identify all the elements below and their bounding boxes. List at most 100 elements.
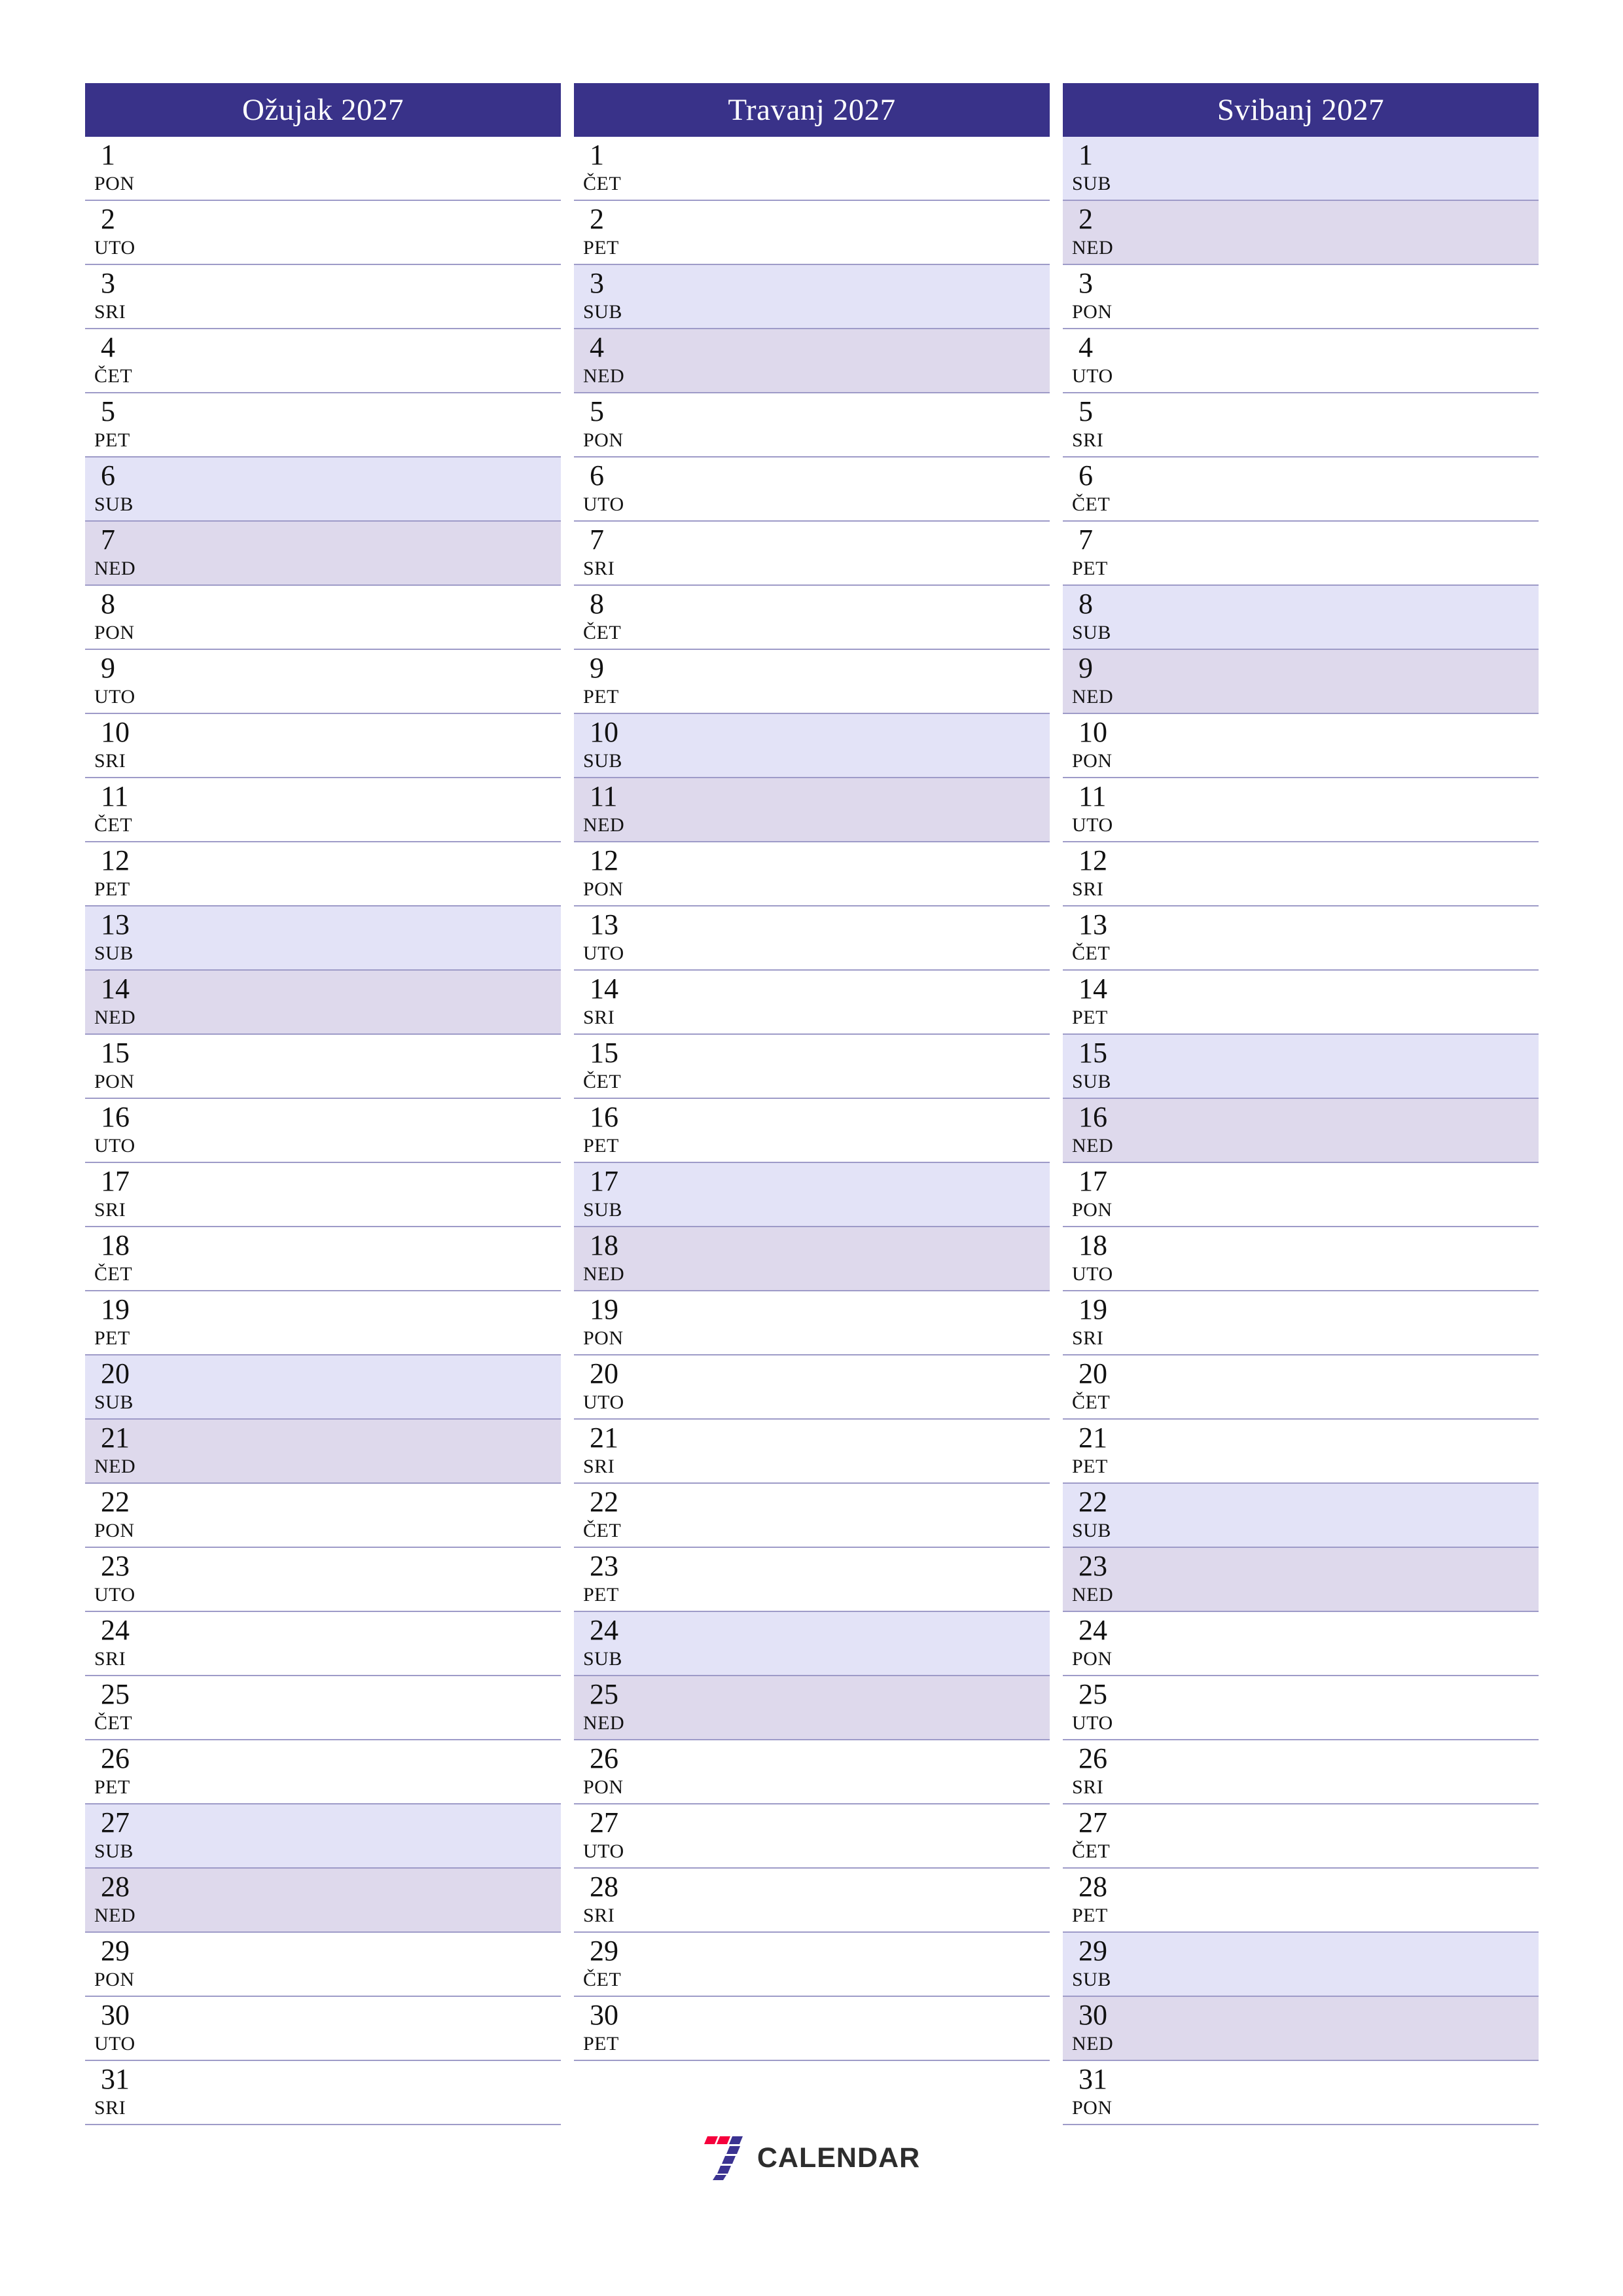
- day-row[interactable]: 22 PON: [85, 1484, 561, 1548]
- day-row[interactable]: 29 SUB: [1063, 1933, 1539, 1997]
- day-row[interactable]: 29 ČET: [574, 1933, 1050, 1997]
- day-row[interactable]: 29 PON: [85, 1933, 561, 1997]
- day-row[interactable]: 9 NED: [1063, 650, 1539, 714]
- day-row[interactable]: 13 UTO: [574, 906, 1050, 971]
- day-number: 31: [1079, 2063, 1107, 2095]
- month-column: Svibanj 2027 1 SUB 2 NED 3 PON 4 UTO 5 SRI 6 ČET 7 PET…: [1063, 83, 1539, 2125]
- day-row[interactable]: 16 UTO: [85, 1099, 561, 1163]
- day-row[interactable]: 30 PET: [574, 1997, 1050, 2061]
- day-row[interactable]: 27 UTO: [574, 1804, 1050, 1869]
- day-row[interactable]: 23 UTO: [85, 1548, 561, 1612]
- day-row[interactable]: 8 PON: [85, 586, 561, 650]
- day-row[interactable]: 28 PET: [1063, 1869, 1539, 1933]
- day-row[interactable]: 2 UTO: [85, 201, 561, 265]
- day-row[interactable]: 3 PON: [1063, 265, 1539, 329]
- day-row[interactable]: 19 PON: [574, 1291, 1050, 1355]
- day-row[interactable]: 20 SUB: [85, 1355, 561, 1420]
- day-row[interactable]: 2 NED: [1063, 201, 1539, 265]
- day-row[interactable]: 20 UTO: [574, 1355, 1050, 1420]
- day-row[interactable]: 31 PON: [1063, 2061, 1539, 2125]
- day-row[interactable]: 27 ČET: [1063, 1804, 1539, 1869]
- day-row[interactable]: 11 NED: [574, 778, 1050, 842]
- day-row[interactable]: 31 SRI: [85, 2061, 561, 2125]
- day-row[interactable]: 25 UTO: [1063, 1676, 1539, 1740]
- day-row[interactable]: 26 PET: [85, 1740, 561, 1804]
- day-row[interactable]: 9 UTO: [85, 650, 561, 714]
- day-row[interactable]: 27 SUB: [85, 1804, 561, 1869]
- day-row[interactable]: 13 ČET: [1063, 906, 1539, 971]
- day-number: 14: [101, 973, 130, 1005]
- day-row[interactable]: 3 SUB: [574, 265, 1050, 329]
- day-row[interactable]: 28 NED: [85, 1869, 561, 1933]
- day-row[interactable]: 8 ČET: [574, 586, 1050, 650]
- day-row[interactable]: 11 UTO: [1063, 778, 1539, 842]
- day-row[interactable]: 30 NED: [1063, 1997, 1539, 2061]
- day-row[interactable]: 5 PON: [574, 393, 1050, 457]
- day-row[interactable]: 14 SRI: [574, 971, 1050, 1035]
- day-row[interactable]: 6 UTO: [574, 457, 1050, 522]
- day-row[interactable]: 11 ČET: [85, 778, 561, 842]
- day-weekday-label: UTO: [94, 1584, 135, 1605]
- day-row[interactable]: 21 SRI: [574, 1420, 1050, 1484]
- day-row[interactable]: 28 SRI: [574, 1869, 1050, 1933]
- day-row[interactable]: 14 PET: [1063, 971, 1539, 1035]
- day-row[interactable]: 6 SUB: [85, 457, 561, 522]
- day-row[interactable]: 10 PON: [1063, 714, 1539, 778]
- day-row[interactable]: 18 ČET: [85, 1227, 561, 1291]
- day-number: 29: [590, 1935, 618, 1967]
- day-row[interactable]: 7 PET: [1063, 522, 1539, 586]
- day-row[interactable]: 10 SUB: [574, 714, 1050, 778]
- day-row[interactable]: 19 PET: [85, 1291, 561, 1355]
- day-row[interactable]: 2 PET: [574, 201, 1050, 265]
- day-row[interactable]: 5 SRI: [1063, 393, 1539, 457]
- day-row[interactable]: 25 ČET: [85, 1676, 561, 1740]
- day-row[interactable]: 4 NED: [574, 329, 1050, 393]
- day-row[interactable]: 15 PON: [85, 1035, 561, 1099]
- day-row[interactable]: 26 PON: [574, 1740, 1050, 1804]
- day-row[interactable]: 1 PON: [85, 137, 561, 201]
- day-row[interactable]: 12 PON: [574, 842, 1050, 906]
- day-row[interactable]: 7 NED: [85, 522, 561, 586]
- day-row[interactable]: 4 UTO: [1063, 329, 1539, 393]
- day-row[interactable]: 20 ČET: [1063, 1355, 1539, 1420]
- day-row[interactable]: 23 PET: [574, 1548, 1050, 1612]
- day-row[interactable]: 10 SRI: [85, 714, 561, 778]
- day-row[interactable]: 21 PET: [1063, 1420, 1539, 1484]
- day-row[interactable]: 26 SRI: [1063, 1740, 1539, 1804]
- day-row[interactable]: 8 SUB: [1063, 586, 1539, 650]
- day-row[interactable]: 24 PON: [1063, 1612, 1539, 1676]
- day-row[interactable]: 24 SRI: [85, 1612, 561, 1676]
- day-row[interactable]: 18 NED: [574, 1227, 1050, 1291]
- day-row[interactable]: 17 SUB: [574, 1163, 1050, 1227]
- day-row[interactable]: 12 PET: [85, 842, 561, 906]
- day-row[interactable]: 16 NED: [1063, 1099, 1539, 1163]
- day-row[interactable]: 6 ČET: [1063, 457, 1539, 522]
- day-row[interactable]: 5 PET: [85, 393, 561, 457]
- day-row[interactable]: 23 NED: [1063, 1548, 1539, 1612]
- day-row[interactable]: 12 SRI: [1063, 842, 1539, 906]
- day-row[interactable]: 4 ČET: [85, 329, 561, 393]
- day-row[interactable]: 1 SUB: [1063, 137, 1539, 201]
- day-number: 4: [590, 331, 604, 363]
- day-row[interactable]: 15 ČET: [574, 1035, 1050, 1099]
- day-row[interactable]: 16 PET: [574, 1099, 1050, 1163]
- day-row[interactable]: 9 PET: [574, 650, 1050, 714]
- day-weekday-label: PON: [583, 878, 624, 900]
- day-row[interactable]: 30 UTO: [85, 1997, 561, 2061]
- day-row[interactable]: 17 SRI: [85, 1163, 561, 1227]
- day-row[interactable]: 22 SUB: [1063, 1484, 1539, 1548]
- day-row[interactable]: 18 UTO: [1063, 1227, 1539, 1291]
- day-number: 25: [590, 1678, 618, 1710]
- day-row[interactable]: 13 SUB: [85, 906, 561, 971]
- day-row[interactable]: 3 SRI: [85, 265, 561, 329]
- day-row[interactable]: 1 ČET: [574, 137, 1050, 201]
- day-row[interactable]: 15 SUB: [1063, 1035, 1539, 1099]
- day-row[interactable]: 7 SRI: [574, 522, 1050, 586]
- day-row[interactable]: 14 NED: [85, 971, 561, 1035]
- day-row[interactable]: 25 NED: [574, 1676, 1050, 1740]
- day-row[interactable]: 17 PON: [1063, 1163, 1539, 1227]
- day-row[interactable]: 24 SUB: [574, 1612, 1050, 1676]
- day-row[interactable]: 21 NED: [85, 1420, 561, 1484]
- day-row[interactable]: 22 ČET: [574, 1484, 1050, 1548]
- day-row[interactable]: 19 SRI: [1063, 1291, 1539, 1355]
